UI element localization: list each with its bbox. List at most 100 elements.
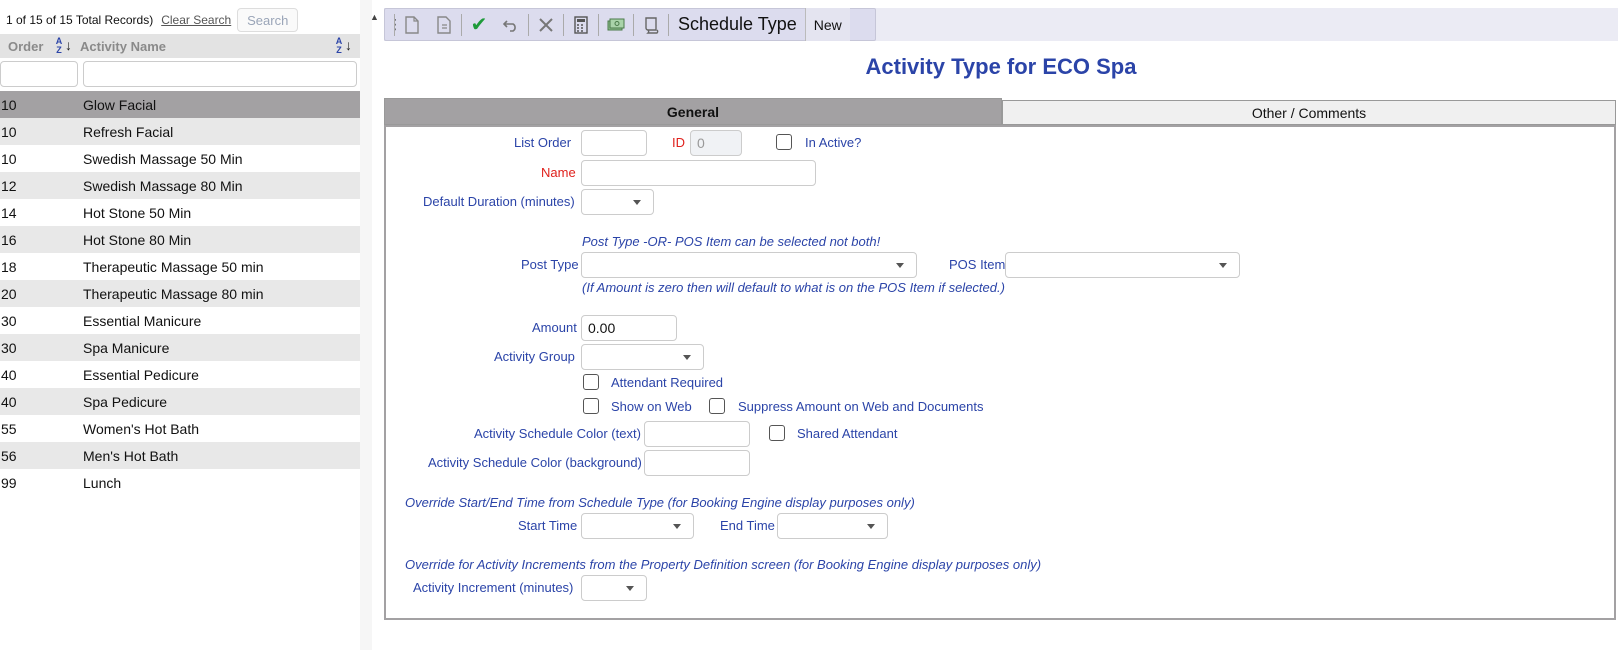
shared-attendant-checkbox[interactable]: [769, 425, 785, 441]
row-order: 18: [1, 258, 17, 275]
row-activity-name: Glow Facial: [83, 96, 157, 113]
toolbar-separator: [668, 13, 669, 36]
table-row[interactable]: 40 Essential Pedicure: [0, 361, 360, 388]
pos-item-label: POS Item: [949, 257, 1006, 272]
id-label: ID: [672, 135, 685, 150]
records-bar: 1 of 15 of 15 Total Records) Clear Searc…: [0, 8, 360, 32]
general-form: List Order ID In Active? Name Default Du…: [384, 125, 1616, 620]
table-row[interactable]: 10 Refresh Facial: [0, 118, 360, 145]
tab-other-comments[interactable]: Other / Comments: [1002, 100, 1616, 125]
sort-az-icon[interactable]: A Z ↓: [54, 36, 72, 56]
filter-order-input[interactable]: [0, 61, 78, 87]
default-duration-label: Default Duration (minutes): [423, 194, 575, 209]
name-input[interactable]: [581, 160, 816, 186]
table-row[interactable]: 99 Lunch: [0, 469, 360, 496]
activity-increment-dropdown[interactable]: [581, 575, 647, 601]
clear-search-link[interactable]: Clear Search: [161, 13, 231, 27]
money-icon[interactable]: [600, 9, 632, 40]
shared-attendant-label: Shared Attendant: [797, 426, 898, 441]
filter-row: [0, 61, 360, 87]
row-order: 30: [1, 312, 17, 329]
row-activity-name: Hot Stone 50 Min: [83, 204, 192, 221]
default-duration-dropdown[interactable]: [581, 189, 654, 215]
table-row[interactable]: 12 Swedish Massage 80 Min: [0, 172, 360, 199]
row-activity-name: Hot Stone 80 Min: [83, 231, 192, 248]
color-text-input[interactable]: [644, 421, 750, 447]
end-time-dropdown[interactable]: [777, 513, 888, 539]
row-order: 10: [1, 123, 17, 140]
amount-label: Amount: [532, 320, 577, 335]
table-row[interactable]: 10 Glow Facial: [0, 91, 360, 118]
table-row[interactable]: 10 Swedish Massage 50 Min: [0, 145, 360, 172]
row-activity-name: Men's Hot Bath: [83, 447, 179, 464]
attendant-required-checkbox[interactable]: [583, 374, 599, 390]
row-activity-name: Refresh Facial: [83, 123, 174, 140]
undo-icon[interactable]: [495, 9, 527, 40]
row-order: 20: [1, 285, 17, 302]
search-button[interactable]: Search: [237, 8, 299, 32]
toolbar-separator: [528, 13, 529, 36]
row-order: 40: [1, 393, 17, 410]
show-on-web-checkbox[interactable]: [583, 398, 599, 414]
table-row[interactable]: 14 Hot Stone 50 Min: [0, 199, 360, 226]
id-input: [690, 130, 742, 156]
header-activity-name[interactable]: Activity Name: [80, 39, 334, 54]
table-row[interactable]: 30 Spa Manicure: [0, 334, 360, 361]
toolbar: ⋮ ✔ Schedule Type New: [384, 8, 876, 41]
copy-document-icon[interactable]: [428, 9, 460, 40]
scroll-icon[interactable]: [635, 9, 667, 40]
new-document-icon[interactable]: [396, 9, 428, 40]
header-order[interactable]: Order: [0, 39, 48, 54]
name-label: Name: [541, 165, 576, 180]
row-activity-name: Lunch: [83, 474, 122, 491]
list-scrollbar[interactable]: [360, 0, 372, 650]
row-order: 99: [1, 474, 17, 491]
grip-icon[interactable]: ⋮: [385, 16, 402, 33]
amount-input[interactable]: [581, 315, 677, 341]
row-activity-name: Spa Manicure: [83, 339, 170, 356]
table-row[interactable]: 40 Spa Pedicure: [0, 388, 360, 415]
row-activity-name: Women's Hot Bath: [83, 420, 200, 437]
end-time-label: End Time: [720, 518, 775, 533]
activity-increment-label: Activity Increment (minutes): [413, 580, 574, 595]
table-row[interactable]: 16 Hot Stone 80 Min: [0, 226, 360, 253]
filter-name-input[interactable]: [83, 61, 357, 87]
table-row[interactable]: 18 Therapeutic Massage 50 min: [0, 253, 360, 280]
table-row[interactable]: 56 Men's Hot Bath: [0, 442, 360, 469]
table-row[interactable]: 20 Therapeutic Massage 80 min: [0, 280, 360, 307]
delete-x-icon[interactable]: [530, 9, 562, 40]
row-order: 16: [1, 231, 17, 248]
activity-group-dropdown[interactable]: [581, 344, 704, 370]
tab-general[interactable]: General: [384, 98, 1002, 125]
start-time-dropdown[interactable]: [581, 513, 694, 539]
row-order: 12: [1, 177, 17, 194]
page-title: Activity Type for ECO Spa: [865, 54, 1137, 79]
row-order: 40: [1, 366, 17, 383]
table-row[interactable]: 55 Women's Hot Bath: [0, 415, 360, 442]
post-type-note: Post Type -OR- POS Item can be selected …: [582, 234, 881, 249]
color-background-label: Activity Schedule Color (background): [428, 455, 642, 470]
override-increment-note: Override for Activity Increments from th…: [405, 557, 1042, 572]
row-activity-name: Therapeutic Massage 80 min: [83, 285, 264, 302]
table-row[interactable]: 30 Essential Manicure: [0, 307, 360, 334]
new-button[interactable]: New: [804, 8, 850, 41]
calculator-icon[interactable]: [565, 9, 597, 40]
toolbar-separator: [633, 13, 634, 36]
scroll-up-icon[interactable]: ▲: [370, 12, 379, 22]
post-type-dropdown[interactable]: [581, 252, 917, 278]
row-activity-name: Spa Pedicure: [83, 393, 168, 410]
pos-item-dropdown[interactable]: [1005, 252, 1240, 278]
color-background-input[interactable]: [644, 450, 750, 476]
check-icon[interactable]: ✔: [463, 9, 495, 40]
toolbar-separator: [461, 13, 462, 36]
suppress-amount-label: Suppress Amount on Web and Documents: [738, 399, 984, 414]
list-order-input[interactable]: [581, 130, 647, 156]
row-order: 55: [1, 420, 17, 437]
schedule-type-button[interactable]: Schedule Type: [670, 14, 805, 35]
row-activity-name: Swedish Massage 50 Min: [83, 150, 243, 167]
sort-az-icon[interactable]: A Z ↓: [334, 36, 352, 56]
suppress-amount-checkbox[interactable]: [709, 398, 725, 414]
show-on-web-label: Show on Web: [611, 399, 692, 414]
dropdown-caret-icon: [673, 524, 681, 529]
inactive-checkbox[interactable]: [776, 134, 792, 150]
